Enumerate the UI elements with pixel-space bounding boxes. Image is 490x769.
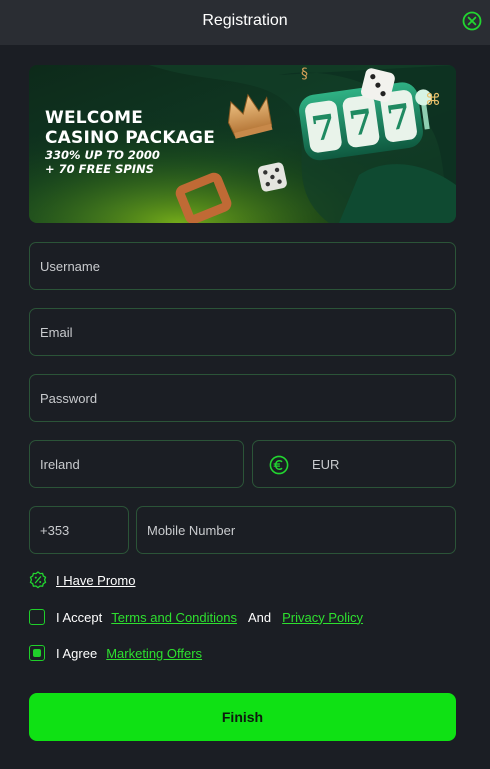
euro-icon	[269, 455, 289, 475]
close-circle-icon	[462, 11, 482, 31]
promo-link[interactable]: I Have Promo	[56, 573, 135, 588]
banner-text: WELCOME CASINO PACKAGE 330% UP TO 2000 +…	[45, 108, 215, 176]
phone-code-select[interactable]: +353	[29, 506, 129, 554]
phone-code-value: +353	[40, 522, 70, 538]
mobile-number-field[interactable]: Mobile Number	[136, 506, 456, 554]
country-select[interactable]: Ireland	[29, 440, 244, 488]
password-field[interactable]: Password	[29, 374, 456, 422]
mobile-number-placeholder: Mobile Number	[147, 522, 236, 538]
terms-and-text: And	[247, 609, 272, 625]
marketing-row: I Agree Marketing Offers	[29, 645, 202, 661]
close-button[interactable]	[462, 11, 482, 31]
privacy-policy-link[interactable]: Privacy Policy	[282, 610, 363, 625]
terms-checkbox[interactable]	[29, 609, 45, 625]
percent-badge-icon	[29, 571, 47, 589]
modal-header: Registration	[0, 0, 490, 45]
terms-and-conditions-link[interactable]: Terms and Conditions	[111, 610, 237, 625]
svg-text:⌘: ⌘	[425, 90, 441, 109]
welcome-banner: 7 7 7 § ⌘ WELCOME CASINO PACKAGE 330% UP…	[29, 65, 456, 223]
terms-prefix: I Accept	[56, 609, 103, 625]
currency-value: EUR	[312, 456, 340, 472]
marketing-checkbox[interactable]	[29, 645, 45, 661]
svg-text:§: §	[301, 66, 308, 82]
banner-headline-2: CASINO PACKAGE	[45, 128, 216, 148]
country-value: Ireland	[40, 456, 80, 472]
modal-title: Registration	[202, 12, 288, 29]
banner-headline-1: WELCOME	[45, 108, 144, 128]
email-placeholder: Email	[40, 324, 73, 340]
finish-button[interactable]: Finish	[29, 693, 456, 741]
banner-offer-line-1: 330% UP TO 2000	[45, 148, 160, 162]
currency-select[interactable]: EUR	[252, 440, 456, 488]
banner-offer-line-2: + 70 FREE SPINS	[45, 162, 154, 176]
marketing-offers-link[interactable]: Marketing Offers	[106, 646, 202, 661]
username-placeholder: Username	[40, 258, 100, 274]
email-field[interactable]: Email	[29, 308, 456, 356]
password-placeholder: Password	[40, 390, 98, 406]
username-field[interactable]: Username	[29, 242, 456, 290]
marketing-prefix: I Agree	[56, 645, 98, 661]
promo-row[interactable]: I Have Promo	[29, 571, 135, 589]
terms-row: I Accept Terms and Conditions And Privac…	[29, 609, 363, 625]
